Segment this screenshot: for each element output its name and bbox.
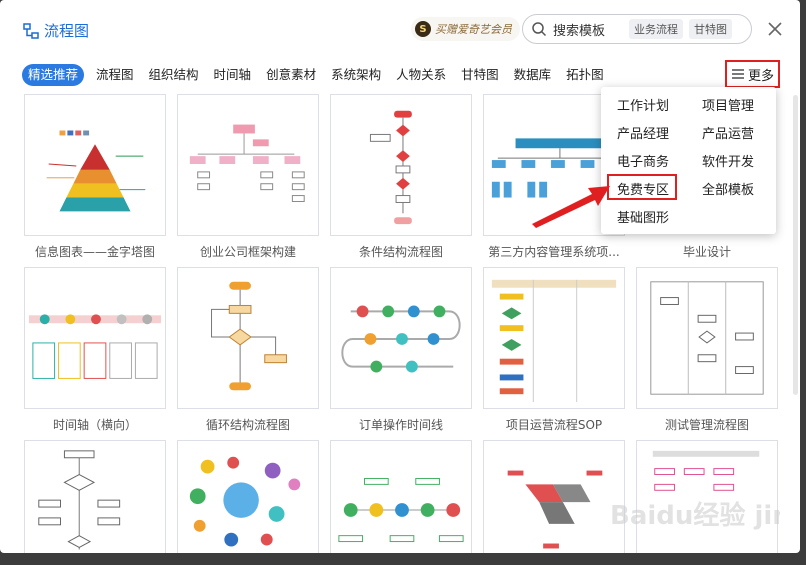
promo-banner[interactable]: S 买赠爱奇艺会员: [411, 17, 520, 41]
more-dropdown: 工作计划 项目管理 产品经理 产品运营 电子商务 软件开发 免费专区 全部模板 …: [601, 87, 776, 234]
flowchart-thumbnail: [38, 450, 121, 550]
template-title: 项目运营流程SOP: [505, 418, 603, 432]
dropdown-item-all-templates[interactable]: 全部模板: [702, 179, 754, 198]
template-title: 循环结构流程图: [205, 418, 290, 432]
dropdown-item-project-mgmt[interactable]: 项目管理: [702, 95, 754, 114]
template-card[interactable]: [24, 94, 166, 236]
tab-timeline[interactable]: 时间轴: [214, 64, 252, 86]
template-title: 时间轴（横向）: [52, 418, 137, 432]
tab-topology[interactable]: 拓扑图: [566, 64, 604, 86]
tab-flowchart[interactable]: 流程图: [96, 64, 134, 86]
search-icon: [532, 22, 547, 37]
scrollbar[interactable]: [793, 95, 798, 395]
search-chip-gantt[interactable]: 甘特图: [689, 19, 732, 39]
baidu-watermark: Baidu经验 jingyan.baidu.com: [610, 500, 780, 531]
template-card[interactable]: [24, 267, 166, 409]
search-input[interactable]: 搜索模板: [553, 20, 623, 39]
template-title: 毕业设计: [682, 245, 731, 259]
red-arrow-annotation: [532, 186, 610, 228]
tab-creative[interactable]: 创意素材: [266, 64, 316, 86]
dropdown-item-ecommerce[interactable]: 电子商务: [617, 151, 669, 170]
test-flow-thumbnail: [650, 281, 764, 395]
template-card[interactable]: [330, 440, 472, 553]
template-card[interactable]: [177, 440, 319, 553]
loop-flow-thumbnail: [211, 281, 287, 391]
template-card[interactable]: [483, 267, 625, 409]
template-card[interactable]: [177, 94, 319, 236]
dropdown-item-product-manager[interactable]: 产品经理: [617, 123, 669, 142]
category-tabs: 精选推荐 流程图 组织结构 时间轴 创意素材 系统架构 人物关系 甘特图 数据库…: [22, 63, 619, 87]
template-title: 条件结构流程图: [358, 245, 443, 259]
search-box[interactable]: 搜索模板 业务流程 甘特图: [522, 14, 752, 44]
app-title: 流程图: [22, 20, 89, 41]
template-card[interactable]: [330, 94, 472, 236]
tab-gantt[interactable]: 甘特图: [461, 64, 499, 86]
more-button[interactable]: 更多: [725, 60, 780, 88]
vip-badge-icon: S: [415, 21, 431, 37]
dropdown-item-work-plan[interactable]: 工作计划: [617, 95, 669, 114]
template-card[interactable]: [330, 267, 472, 409]
close-icon[interactable]: [764, 18, 786, 40]
org-chart-thumbnail: [189, 124, 305, 202]
dialog-header: 流程图 S 买赠爱奇艺会员 搜索模板 业务流程 甘特图: [0, 0, 800, 56]
watermark-text: Baidu经验 jingyan.baidu.com: [610, 500, 780, 531]
template-title: 订单操作时间线: [358, 418, 443, 432]
template-dialog: 流程图 S 买赠爱奇艺会员 搜索模板 业务流程 甘特图 精选推荐 流程图 组织结…: [0, 0, 800, 553]
more-label: 更多: [747, 68, 774, 84]
template-title: 第三方内容管理系统项...: [488, 245, 620, 259]
template-card[interactable]: [24, 440, 166, 553]
tab-relationship[interactable]: 人物关系: [396, 64, 446, 86]
tab-featured[interactable]: 精选推荐: [22, 64, 85, 86]
dropdown-item-product-ops[interactable]: 产品运营: [702, 123, 754, 142]
template-card[interactable]: [636, 267, 778, 409]
pyramid-thumbnail: [46, 130, 146, 212]
tab-org-chart[interactable]: 组织结构: [149, 64, 199, 86]
flowchart-icon: [23, 22, 39, 39]
template-title: 创业公司框架构建: [199, 245, 296, 259]
app-title-text: 流程图: [44, 22, 90, 40]
dropdown-item-basic-shapes[interactable]: 基础图形: [617, 207, 669, 226]
order-timeline-thumbnail: [341, 305, 461, 373]
menu-icon: [731, 69, 744, 79]
template-title: 测试管理流程图: [664, 418, 749, 432]
template-title: 信息图表——金字塔图: [34, 245, 155, 259]
dropdown-item-software-dev[interactable]: 软件开发: [702, 151, 754, 170]
mindmap-thumbnail: [189, 456, 301, 547]
process-steps-thumbnail: [338, 477, 464, 543]
free-zone-highlight: [607, 174, 677, 200]
sop-flow-thumbnail: [491, 279, 617, 403]
template-card[interactable]: [177, 267, 319, 409]
promo-text: 买赠爱奇艺会员: [435, 23, 512, 36]
tab-system-arch[interactable]: 系统架构: [331, 64, 381, 86]
tab-database[interactable]: 数据库: [514, 64, 552, 86]
timeline-thumbnail: [28, 314, 162, 379]
search-chip-business[interactable]: 业务流程: [629, 19, 683, 39]
condition-flow-thumbnail: [369, 110, 412, 225]
